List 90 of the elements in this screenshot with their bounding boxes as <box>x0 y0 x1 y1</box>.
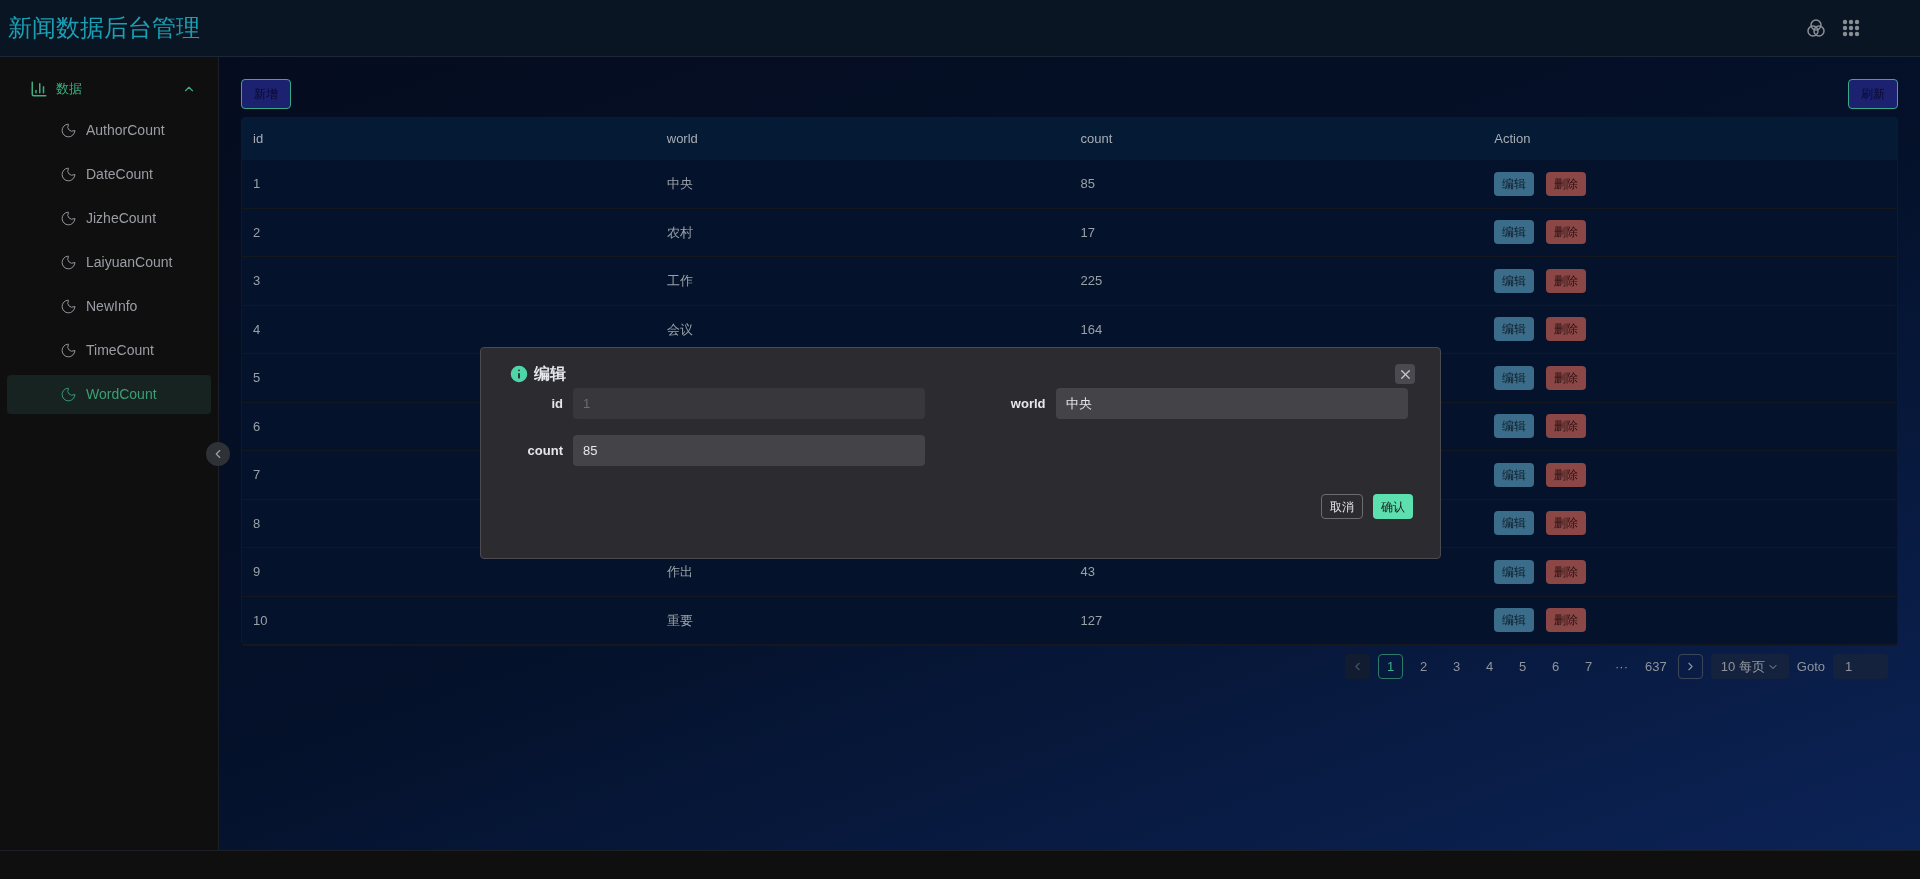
menu-item[interactable]: DateCount <box>7 155 211 194</box>
edit-button[interactable]: 编辑 <box>1494 171 1535 196</box>
page-button[interactable]: 4 <box>1477 654 1503 679</box>
page-button[interactable]: 1 <box>1378 654 1404 679</box>
menu-item[interactable]: NewInfo <box>7 287 211 326</box>
moon-icon <box>60 298 77 315</box>
moon-icon <box>60 342 77 359</box>
delete-button[interactable]: 删除 <box>1546 608 1587 633</box>
page-button[interactable]: 2 <box>1411 654 1437 679</box>
close-button[interactable] <box>1395 364 1415 384</box>
three-circles-icon[interactable] <box>1806 18 1826 38</box>
menu-item[interactable]: LaiyuanCount <box>7 243 211 282</box>
table-cell-text: 作出 <box>665 564 693 579</box>
edit-button[interactable]: 编辑 <box>1494 365 1535 390</box>
table-cell-text: 127 <box>1079 612 1103 628</box>
next-page-button[interactable] <box>1677 654 1703 679</box>
page-button[interactable]: ··· <box>1609 654 1635 679</box>
table-cell-text: 164 <box>1079 321 1103 337</box>
field-label: id <box>550 394 563 413</box>
text-field[interactable]: 中央 <box>1055 388 1408 419</box>
moon-icon <box>60 166 77 183</box>
column-header: world <box>665 129 698 148</box>
page-size-select[interactable]: 10 每页 <box>1710 654 1789 679</box>
moon-icon <box>60 210 77 227</box>
table-cell-text: 6 <box>252 417 261 436</box>
field-label: world <box>1009 394 1046 413</box>
menu-item[interactable]: TimeCount <box>7 331 211 370</box>
table-cell-text: 中央 <box>665 176 693 191</box>
menu-item[interactable]: AuthorCount <box>7 111 211 150</box>
table-cell-text: 8 <box>252 514 261 533</box>
table-cell-text: 5 <box>252 369 261 387</box>
column-header: Action <box>1493 129 1531 148</box>
column-header: count <box>1079 129 1113 148</box>
edit-button[interactable]: 编辑 <box>1494 317 1535 342</box>
moon-icon <box>60 386 77 403</box>
info-icon <box>508 363 530 385</box>
table-cell-text: 17 <box>1079 224 1095 240</box>
table-cell-text: 工作 <box>665 273 693 288</box>
edit-button[interactable]: 编辑 <box>1494 511 1535 536</box>
menu-group[interactable]: 数据 <box>7 67 211 111</box>
goto-input[interactable]: 1 <box>1833 654 1888 679</box>
moon-icon <box>60 122 77 139</box>
table-cell-text: 2 <box>252 223 261 242</box>
table-cell-text: 农村 <box>665 224 693 240</box>
page-button[interactable]: 7 <box>1576 654 1602 679</box>
delete-button[interactable]: 删除 <box>1546 559 1587 584</box>
table-cell-text: 会议 <box>665 321 693 337</box>
field-label: count <box>526 441 563 460</box>
confirm-button[interactable]: 确认 <box>1373 494 1413 519</box>
menu-item[interactable]: JizheCount <box>7 199 211 238</box>
delete-button[interactable]: 删除 <box>1546 414 1587 439</box>
table-cell-text: 225 <box>1079 273 1103 288</box>
apps-grid-icon[interactable] <box>1842 19 1860 37</box>
delete-button[interactable]: 删除 <box>1546 317 1587 342</box>
menu-item[interactable]: WordCount <box>7 375 211 414</box>
moon-icon <box>60 254 77 271</box>
text-field[interactable]: 85 <box>573 435 925 466</box>
edit-button[interactable]: 编辑 <box>1494 268 1535 293</box>
bar-chart-icon <box>30 80 48 98</box>
page-button[interactable]: 5 <box>1510 654 1536 679</box>
edit-button[interactable]: 编辑 <box>1494 220 1535 245</box>
table-cell-text: 7 <box>252 466 261 484</box>
delete-button[interactable]: 删除 <box>1546 365 1587 390</box>
table-cell-text: 85 <box>1079 176 1095 191</box>
table-cell-text: 10 <box>252 611 268 630</box>
app-title: 新闻数据后台管理 <box>8 13 200 43</box>
delete-button[interactable]: 删除 <box>1546 511 1587 536</box>
table-cell-text: 43 <box>1079 564 1095 579</box>
table-cell-text: 3 <box>252 272 261 290</box>
table-cell-text: 1 <box>252 175 261 193</box>
dialog-title: 编辑 <box>534 364 566 384</box>
collapse-button[interactable] <box>206 442 230 466</box>
page-button[interactable]: 6 <box>1543 654 1569 679</box>
page-button[interactable]: 637 <box>1642 654 1670 679</box>
delete-button[interactable]: 删除 <box>1546 462 1587 487</box>
edit-button[interactable]: 编辑 <box>1494 462 1535 487</box>
edit-button[interactable]: 编辑 <box>1494 608 1535 633</box>
delete-button[interactable]: 删除 <box>1546 171 1587 196</box>
table-cell-text: 重要 <box>665 612 693 628</box>
delete-button[interactable]: 删除 <box>1546 268 1587 293</box>
table-cell-text: 9 <box>252 563 261 581</box>
menu-group-label: 数据 <box>56 80 83 99</box>
table-cell-text: 4 <box>252 320 261 339</box>
page-button[interactable]: 3 <box>1444 654 1470 679</box>
delete-button[interactable]: 删除 <box>1546 220 1587 245</box>
edit-button[interactable]: 编辑 <box>1494 414 1535 439</box>
column-header: id <box>252 129 264 148</box>
edit-button[interactable]: 编辑 <box>1494 559 1535 584</box>
cancel-button[interactable]: 取消 <box>1321 494 1363 519</box>
goto-label: Goto <box>1796 657 1825 676</box>
